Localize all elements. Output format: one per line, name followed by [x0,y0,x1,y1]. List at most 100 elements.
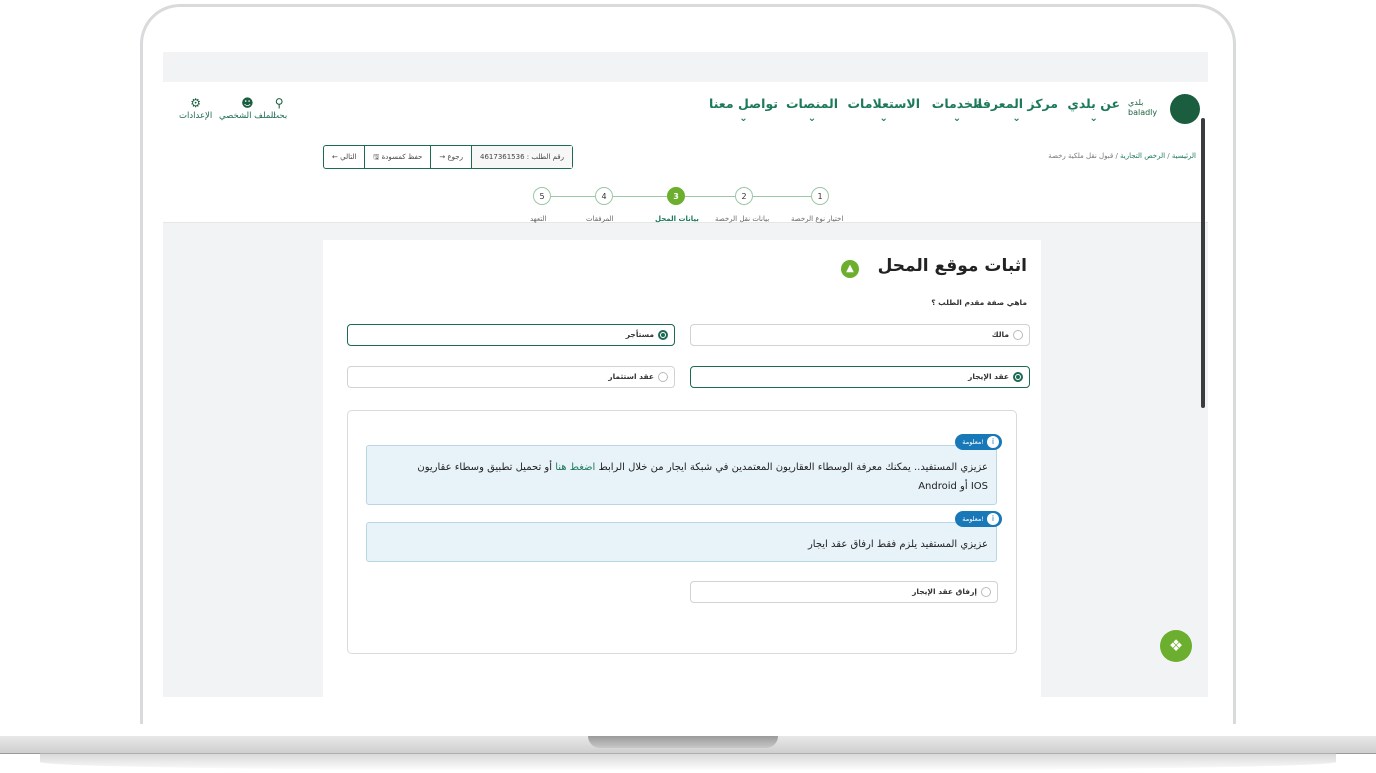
click-here-link[interactable]: اضغط هنا [555,462,595,473]
radio-tenant-dot[interactable] [658,330,668,340]
radio-owner-label: مالك [991,330,1009,339]
radio-investment-label: عقد استثمار [608,372,654,381]
chevron-down-icon: ⌄ [739,113,748,124]
step-5[interactable]: 5 [533,187,551,205]
save-draft-label: حفظ كمسودة [381,153,423,161]
nav-platforms-label: المنصات [785,96,838,111]
sub-header [163,137,1208,223]
next-label: التالي [340,153,357,161]
laptop-shadow [40,753,1336,771]
nav-contact-label: تواصل معنا [709,96,778,111]
info-brokers-text: عزيزي المستفيد.. يمكنك معرفة الوسطاء الع… [417,458,988,496]
laptop-base [0,736,1376,773]
breadcrumb-sep: / [1115,152,1118,160]
step-2[interactable]: 2 [735,187,753,205]
info-icon: i [987,513,999,525]
profile-label: الملف الشخصي [219,111,276,121]
arrow-right-icon: → [439,153,446,161]
info-badge: معلومة! i [955,434,1002,450]
info-badge-label: معلومة! [962,438,984,446]
scrollbar-thumb[interactable] [1201,118,1205,408]
nav-services[interactable]: الخدمات ⌄ [932,96,982,124]
nav-platforms[interactable]: المنصات ⌄ [786,96,838,124]
info-badge-label: معلومة! [962,515,984,523]
radio-attach-lease[interactable]: إرفاق عقد الإيجار [690,581,998,603]
info-lease-text: عزيزي المستفيد يلزم فقط ارفاق عقد ايجار [807,539,988,550]
info-brokers-platforms: IOS أو Android [918,481,988,492]
radio-attach-dot[interactable] [981,587,991,597]
nav-services-label: الخدمات [931,96,982,111]
breadcrumb-home[interactable]: الرئيسية [1172,152,1196,160]
step-connector [613,196,667,197]
nav-contact[interactable]: تواصل معنا ⌄ [709,96,778,124]
save-draft-button[interactable]: 🖫 حفظ كمسودة [364,146,430,168]
radio-lease-dot[interactable] [1013,372,1023,382]
step-4[interactable]: 4 [595,187,613,205]
breadcrumb-section[interactable]: الرخص التجارية [1120,152,1165,160]
step-5-label: التعهد [530,215,547,223]
radio-investment-contract[interactable]: عقد استثمار [347,366,675,388]
gear-icon: ⚙ [190,96,202,110]
info-badge: معلومة! i [955,511,1002,527]
action-toolbar: ← التالي 🖫 حفظ كمسودة → رجوع رقم الطلب :… [323,145,573,169]
step-3-label: بيانات المحل [655,215,699,223]
chevron-down-icon: ⌄ [1089,113,1098,124]
nav-knowledge-label: مركز المعرفة [975,96,1058,111]
step-3[interactable]: 3 [667,187,685,205]
radio-investment-dot[interactable] [658,372,668,382]
arrow-left-icon: ← [332,153,338,161]
form-title: اثبات موقع المحل [877,256,1027,276]
save-icon: 🖫 [373,153,380,161]
breadcrumb-current: قبول نقل ملكية رخصة [1048,152,1114,160]
user-icon: ☻ [241,96,254,110]
step-4-label: المرفقات [586,215,614,223]
nav-about-label: عن بلدي [1067,96,1120,111]
radio-attach-label: إرفاق عقد الإيجار [912,587,977,596]
step-connector [685,196,735,197]
info-alert-brokers: معلومة! i عزيزي المستفيد.. يمكنك معرفة ال… [366,434,1002,505]
radio-lease-contract[interactable]: عقد الإيجار [690,366,1030,388]
applicant-question: ماهي صفة مقدم الطلب ؟ [931,298,1027,307]
nav-about[interactable]: عن بلدي ⌄ [1067,96,1120,124]
breadcrumb: الرئيسية / الرخص التجارية / قبول نقل ملك… [1048,152,1196,160]
form-card: ▲ اثبات موقع المحل ماهي صفة مقدم الطلب ؟… [323,240,1041,697]
step-1[interactable]: 1 [811,187,829,205]
nav-inquiries-label: الاستعلامات [847,96,920,111]
radio-tenant[interactable]: مستأجر [347,324,675,346]
info-panel: معلومة! i عزيزي المستفيد.. يمكنك معرفة ال… [347,410,1017,654]
step-1-label: اختيار نوع الرخصة [791,215,844,223]
radio-tenant-label: مستأجر [625,330,654,339]
step-2-label: بيانات نقل الرخصة [715,215,770,223]
request-number: رقم الطلب : 4617361536 [471,146,572,168]
back-button[interactable]: → رجوع [430,146,471,168]
screen: بلدي baladly عن بلدي ⌄ مركز المعرفة ⌄ الخد… [163,52,1208,697]
profile-button[interactable]: ☻ الملف الشخصي [219,96,276,121]
breadcrumb-sep: / [1167,152,1170,160]
nav-knowledge[interactable]: مركز المعرفة ⌄ [975,96,1058,124]
info-brokers-tail: أو تحميل تطبيق وسطاء عقاريون [417,462,553,473]
logo-emblem-icon [1170,94,1200,124]
radio-owner-dot[interactable] [1013,330,1023,340]
back-label: رجوع [447,153,463,161]
laptop-notch [588,736,778,748]
info-icon: i [987,436,999,448]
settings-button[interactable]: ⚙ الإعدادات [179,96,212,121]
settings-label: الإعدادات [179,111,213,121]
site-header: بلدي baladly عن بلدي ⌄ مركز المعرفة ⌄ الخد… [163,82,1208,137]
accessibility-button[interactable]: ❖ [1160,630,1192,662]
step-connector [551,196,595,197]
chevron-down-icon: ⌄ [952,113,962,124]
nav-inquiries[interactable]: الاستعلامات ⌄ [847,96,920,124]
accessibility-icon: ❖ [1168,636,1184,655]
info-brokers-line: عزيزي المستفيد.. يمكنك معرفة الوسطاء الع… [598,462,989,473]
logo-text: بلدي baladly [1128,98,1158,117]
step-connector [753,196,811,197]
radio-owner[interactable]: مالك [690,324,1030,346]
next-button[interactable]: ← التالي [324,146,364,168]
info-alert-lease: معلومة! i عزيزي المستفيد يلزم فقط ارفاق ع… [366,511,1002,562]
chevron-down-icon: ⌄ [879,113,888,124]
chevron-down-icon: ⌄ [807,113,817,124]
store-icon: ▲ [841,260,859,278]
radio-lease-label: عقد الإيجار [968,372,1009,381]
chevron-down-icon: ⌄ [1012,113,1021,124]
